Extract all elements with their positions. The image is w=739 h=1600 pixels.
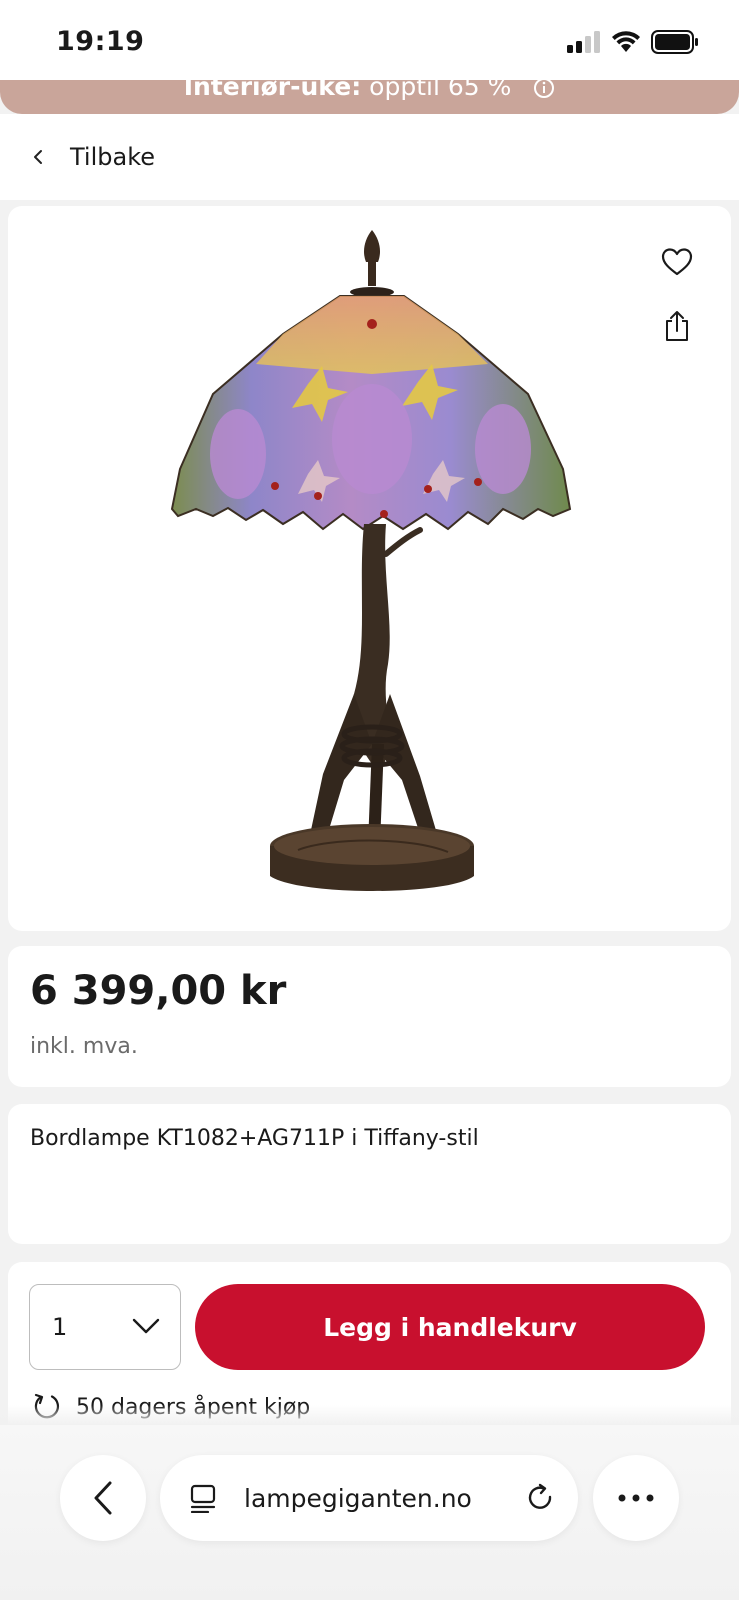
promo-rest: opptil 65 %	[369, 80, 512, 101]
share-icon	[666, 311, 688, 341]
heart-icon	[661, 248, 693, 276]
wifi-icon	[612, 31, 640, 52]
status-bar: 19:19	[0, 0, 739, 86]
promo-text: Interiør-uke: opptil 65 %	[0, 80, 739, 101]
price-card: 6 399,00 kr inkl. mva.	[8, 946, 731, 1087]
product-image	[170, 230, 572, 891]
browser-toolbar: lampegiganten.no	[0, 1405, 739, 1600]
status-time: 19:19	[56, 26, 145, 57]
address-bar[interactable]: lampegiganten.no	[160, 1455, 578, 1541]
browser-back-button[interactable]	[60, 1455, 146, 1541]
promo-bold: Interiør-uke:	[183, 80, 362, 101]
vat-note: inkl. mva.	[30, 1034, 138, 1059]
favorite-button[interactable]	[657, 242, 697, 282]
product-price: 6 399,00 kr	[30, 968, 287, 1014]
quantity-select[interactable]: 1	[29, 1284, 181, 1370]
chevron-left-icon	[34, 150, 42, 164]
reload-icon[interactable]	[526, 1483, 556, 1513]
promo-banner[interactable]: Interiør-uke: opptil 65 %	[0, 80, 739, 114]
title-card: Bordlampe KT1082+AG711P i Tiffany-stil	[8, 1104, 731, 1244]
share-button[interactable]	[659, 306, 695, 346]
chevron-down-icon	[132, 1318, 160, 1334]
status-icons	[567, 30, 699, 54]
product-image-card	[8, 206, 731, 931]
chevron-left-icon	[94, 1481, 112, 1515]
tabs-icon	[190, 1484, 216, 1513]
signal-icon	[567, 31, 600, 53]
info-icon[interactable]	[533, 80, 555, 99]
more-icon	[618, 1494, 654, 1502]
back-link[interactable]: Tilbake	[0, 114, 739, 200]
battery-icon	[651, 30, 698, 54]
quantity-value: 1	[52, 1313, 68, 1341]
more-button[interactable]	[593, 1455, 679, 1541]
product-title: Bordlampe KT1082+AG711P i Tiffany-stil	[30, 1126, 479, 1151]
url-text: lampegiganten.no	[244, 1483, 472, 1513]
back-label: Tilbake	[70, 143, 156, 171]
add-to-cart-button[interactable]: Legg i handlekurv	[195, 1284, 705, 1370]
